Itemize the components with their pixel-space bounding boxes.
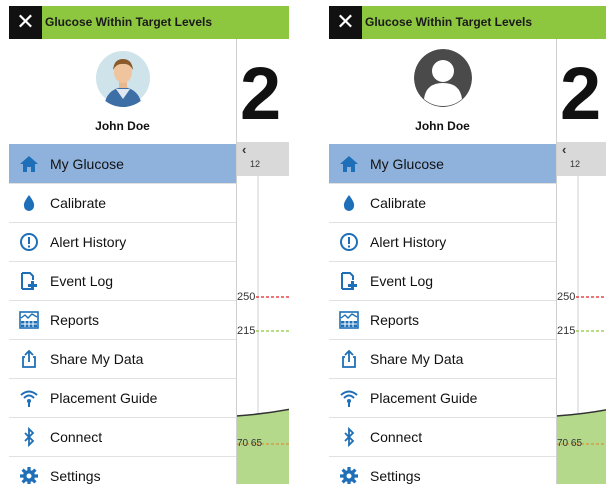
user-name: John Doe	[415, 119, 470, 133]
close-icon[interactable]: ✕	[9, 6, 42, 39]
signal-icon	[19, 388, 39, 408]
menu-label: Share My Data	[370, 351, 464, 367]
time-label: 12	[250, 159, 261, 169]
menu-label: My Glucose	[370, 156, 444, 172]
glucose-value: 2	[560, 52, 602, 135]
menu-item-my-glucose[interactable]: My Glucose	[9, 144, 236, 183]
menu-item-alert-history[interactable]: Alert History	[9, 222, 236, 261]
menu-label: Connect	[50, 429, 103, 445]
menu-label: Settings	[50, 468, 101, 484]
menu-label: Event Log	[50, 273, 114, 289]
menu-label: Placement Guide	[370, 390, 478, 406]
avatar[interactable]	[94, 49, 152, 107]
menu-item-calibrate[interactable]: Calibrate	[329, 183, 556, 222]
menu-item-calibrate[interactable]: Calibrate	[9, 183, 236, 222]
menu-label: Share My Data	[50, 351, 144, 367]
navigation-drawer: John Doe My Glucose Calibrate Alert Hist…	[9, 39, 237, 484]
menu-label: Reports	[370, 312, 420, 328]
menu-list: My Glucose Calibrate Alert History Event…	[329, 144, 556, 484]
app-screen-default-avatar: ✕ Glucose Within Target Levels 2 ‹ 12 25…	[329, 6, 606, 484]
header-title: Glucose Within Target Levels	[45, 15, 213, 29]
high-target-label: 215	[556, 325, 577, 337]
menu-item-settings[interactable]: Settings	[329, 456, 556, 484]
app-screen-photo-avatar: ✕ Glucose Within Target Levels 2 ‹ 12 25…	[9, 6, 289, 484]
profile-section: John Doe	[9, 39, 236, 144]
menu-label: Calibrate	[370, 195, 427, 211]
user-name: John Doe	[95, 119, 150, 133]
menu-label: Reports	[50, 312, 100, 328]
menu-item-reports[interactable]: Reports	[9, 300, 236, 339]
gear-icon	[339, 466, 359, 484]
high-alert-label: 250	[236, 291, 257, 303]
header-bar: ✕ Glucose Within Target Levels	[329, 6, 606, 39]
close-icon[interactable]: ✕	[329, 6, 362, 39]
glucose-graph: 250 215 70 65	[235, 176, 289, 484]
share-icon	[19, 349, 39, 369]
share-icon	[339, 349, 359, 369]
menu-label: Calibrate	[50, 195, 107, 211]
menu-label: My Glucose	[50, 156, 124, 172]
signal-icon	[339, 388, 359, 408]
menu-item-share-my-data[interactable]: Share My Data	[9, 339, 236, 378]
menu-item-reports[interactable]: Reports	[329, 300, 556, 339]
menu-label: Event Log	[370, 273, 434, 289]
menu-item-event-log[interactable]: Event Log	[329, 261, 556, 300]
blood-drop-icon	[339, 193, 359, 213]
home-icon	[339, 154, 359, 174]
default-user-avatar-icon	[414, 49, 472, 107]
menu-list: My Glucose Calibrate Alert History Event…	[9, 144, 236, 484]
menu-item-placement-guide[interactable]: Placement Guide	[329, 378, 556, 417]
menu-item-connect[interactable]: Connect	[9, 417, 236, 456]
navigation-drawer: John Doe My Glucose Calibrate Alert Hist…	[329, 39, 557, 484]
menu-item-event-log[interactable]: Event Log	[9, 261, 236, 300]
glucose-screen: 2 ‹ 12 250 215 70 65	[555, 39, 606, 484]
avatar[interactable]	[414, 49, 472, 107]
menu-item-alert-history[interactable]: Alert History	[329, 222, 556, 261]
menu-label: Settings	[370, 468, 421, 484]
high-alert-label: 250	[556, 291, 577, 303]
time-scroller[interactable]: ‹ 12	[236, 142, 289, 176]
menu-item-placement-guide[interactable]: Placement Guide	[9, 378, 236, 417]
header-bar: ✕ Glucose Within Target Levels	[9, 6, 289, 39]
bluetooth-icon	[339, 426, 359, 448]
menu-item-my-glucose[interactable]: My Glucose	[329, 144, 556, 183]
add-document-icon	[19, 271, 39, 291]
glucose-screen: 2 ‹ 12 250 215 70 65	[235, 39, 289, 484]
menu-item-share-my-data[interactable]: Share My Data	[329, 339, 556, 378]
person-photo-avatar-icon	[94, 49, 152, 107]
chevron-left-icon[interactable]: ‹	[242, 142, 246, 157]
blood-drop-icon	[19, 193, 39, 213]
report-chart-icon	[339, 310, 359, 330]
menu-label: Connect	[370, 429, 423, 445]
time-label: 12	[570, 159, 581, 169]
menu-item-connect[interactable]: Connect	[329, 417, 556, 456]
home-icon	[19, 154, 39, 174]
glucose-value: 2	[240, 52, 282, 135]
high-target-label: 215	[236, 325, 257, 337]
alert-circle-icon	[339, 232, 359, 252]
header-title: Glucose Within Target Levels	[365, 15, 533, 29]
menu-item-settings[interactable]: Settings	[9, 456, 236, 484]
profile-section: John Doe	[329, 39, 556, 144]
bluetooth-icon	[19, 426, 39, 448]
low-target-label: 70 65	[237, 438, 263, 449]
glucose-graph: 250 215 70 65	[555, 176, 606, 484]
menu-label: Placement Guide	[50, 390, 158, 406]
report-chart-icon	[19, 310, 39, 330]
gear-icon	[19, 466, 39, 484]
time-scroller[interactable]: ‹ 12	[556, 142, 606, 176]
add-document-icon	[339, 271, 359, 291]
chevron-left-icon[interactable]: ‹	[562, 142, 566, 157]
low-target-label: 70 65	[557, 438, 583, 449]
menu-label: Alert History	[50, 234, 127, 250]
alert-circle-icon	[19, 232, 39, 252]
menu-label: Alert History	[370, 234, 447, 250]
